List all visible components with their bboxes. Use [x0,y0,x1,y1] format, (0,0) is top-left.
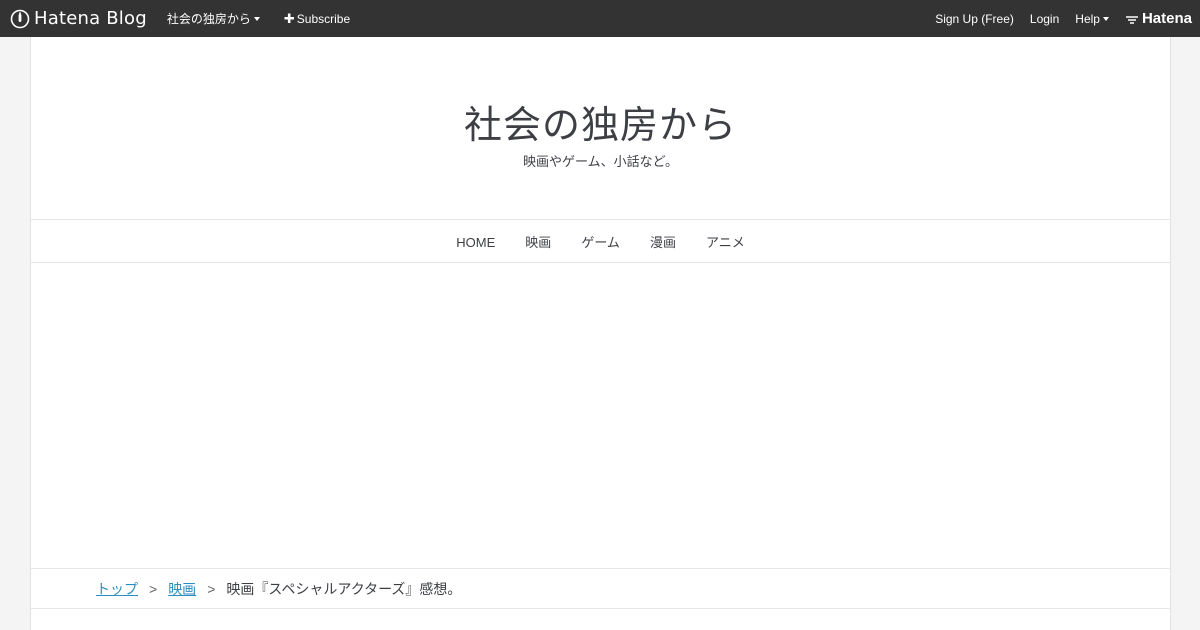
hatena-logo-icon [1125,15,1138,24]
blog-title[interactable]: 社会の独房から [31,94,1170,149]
breadcrumb-separator: > [207,580,216,597]
help-menu[interactable]: Help [1075,12,1109,26]
breadcrumb-top-link[interactable]: トップ [96,579,138,599]
chevron-down-icon [1102,16,1109,21]
ad-space [31,263,1170,568]
hatena-global-header: Hatena Blog 社会の独房から ✚ Subscribe Sign Up … [0,0,1200,37]
breadcrumb-separator: > [149,580,158,597]
breadcrumb-category-link[interactable]: 映画 [168,579,196,599]
hatena-blog-logo-icon [10,9,30,28]
nav-item-movie[interactable]: 映画 [525,232,551,251]
plus-icon: ✚ [283,10,295,26]
help-label: Help [1075,11,1100,26]
blog-container: 社会の独房から 映画やゲーム、小話など。 HOME 映画 ゲーム 漫画 アニメ … [30,37,1171,630]
global-navigation: HOME 映画 ゲーム 漫画 アニメ [31,219,1170,263]
blog-name-menu[interactable]: 社会の独房から [167,10,260,27]
hatena-logo-text: Hatena [1141,10,1192,27]
hatena-blog-logo-text: Hatena Blog [34,8,147,29]
blog-header: 社会の独房から 映画やゲーム、小話など。 [31,37,1170,219]
hatena-logo[interactable]: Hatena [1125,10,1192,27]
nav-item-manga[interactable]: 漫画 [650,232,676,251]
blog-name-label: 社会の独房から [166,12,251,26]
nav-item-game[interactable]: ゲーム [581,232,620,251]
chevron-down-icon [253,16,260,21]
subscribe-button[interactable]: ✚ Subscribe [284,11,350,27]
breadcrumb-current: 映画『スペシャルアクターズ』感想。 [226,580,462,597]
subscribe-label: Subscribe [296,11,351,26]
login-link[interactable]: Login [1030,12,1059,26]
hatena-blog-logo[interactable]: Hatena Blog [10,0,147,37]
signup-link[interactable]: Sign Up (Free) [935,12,1014,26]
breadcrumb: トップ > 映画 > 映画『スペシャルアクターズ』感想。 [31,568,1170,609]
globalbar-right-group: Sign Up (Free) Login Help Hatena [935,10,1200,27]
nav-item-anime[interactable]: アニメ [706,232,745,251]
blog-description: 映画やゲーム、小話など。 [523,154,678,169]
nav-item-home[interactable]: HOME [456,235,495,250]
